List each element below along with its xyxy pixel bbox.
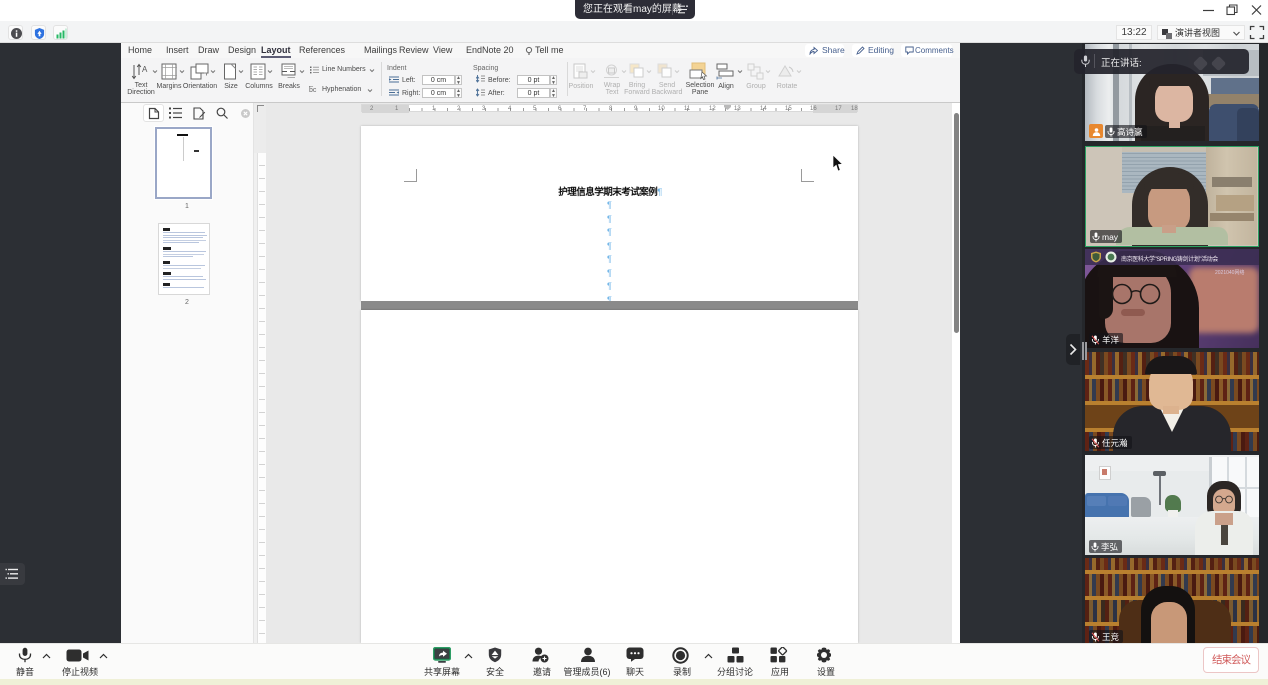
svg-text:b̅c: b̅c <box>309 86 317 94</box>
svg-text:A: A <box>142 65 148 74</box>
